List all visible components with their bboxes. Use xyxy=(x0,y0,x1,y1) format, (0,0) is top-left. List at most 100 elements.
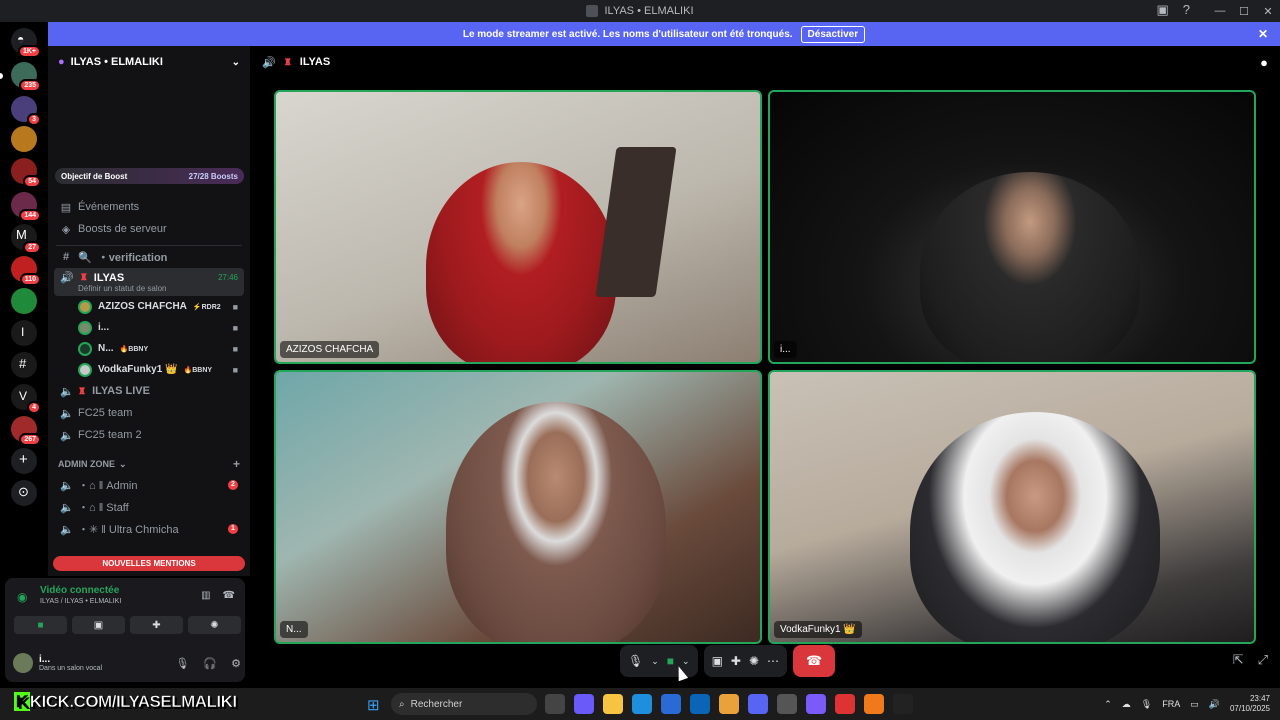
inbox-icon[interactable]: ▣ xyxy=(1156,2,1168,18)
close-window-button[interactable]: ✕ xyxy=(1256,5,1280,18)
boost-goal[interactable]: Objectif de Boost 27/28 Boosts xyxy=(55,168,244,184)
server-icon[interactable]: # xyxy=(11,352,37,378)
events-item[interactable]: ▤ Événements xyxy=(48,196,250,218)
boosts-item[interactable]: ◈ Boosts de serveur xyxy=(48,218,250,240)
channel-fc25-team-2[interactable]: 🔈 FC25 team 2 xyxy=(48,424,250,446)
category-admin-zone[interactable]: ADMIN ZONE ⌄ + xyxy=(48,454,250,474)
server-letter: V xyxy=(19,389,28,403)
server-icon[interactable]: 110 xyxy=(11,256,41,286)
close-icon[interactable]: ✕ xyxy=(1258,27,1268,41)
channel-ultra-chmicha[interactable]: 🔈 ・✳ ‖ Ultra Chmicha 1 xyxy=(48,518,250,540)
screen-share-icon[interactable]: ▣ xyxy=(712,654,723,668)
voice-status[interactable]: Vidéo connectée xyxy=(40,585,119,596)
server-icon[interactable]: 144 xyxy=(11,192,41,222)
gamepad-app-icon[interactable] xyxy=(806,694,826,714)
discover-icon[interactable]: ⊙ xyxy=(11,480,37,506)
server-icon[interactable]: 54 xyxy=(11,158,41,188)
video-tile[interactable]: i... xyxy=(768,90,1256,364)
help-icon[interactable]: ? xyxy=(1183,2,1190,18)
windows-start-icon[interactable]: ⊞ xyxy=(367,696,380,714)
app-icon[interactable] xyxy=(777,694,797,714)
title-bar: ILYAS • ELMALIKI ▣ ? — ☐ ✕ xyxy=(0,0,1280,22)
add-channel-icon[interactable]: + xyxy=(233,457,240,471)
camera-icon[interactable]: ■ xyxy=(667,654,674,668)
taskbar-search[interactable]: ⌕ Rechercher xyxy=(391,693,537,715)
task-view-icon[interactable] xyxy=(545,694,565,714)
minimize-button[interactable]: — xyxy=(1208,5,1232,17)
fullscreen-icon[interactable]: ⤢ xyxy=(1258,652,1268,668)
server-icon[interactable] xyxy=(11,288,37,314)
microphone-icon[interactable]: 🎙 xyxy=(175,657,189,670)
video-tile[interactable]: AZIZOS CHAFCHA xyxy=(274,90,762,364)
server-header[interactable]: ● ILYAS • ELMALIKI ⌄ xyxy=(48,46,250,78)
dm-home-icon[interactable]: ◓ 1K+ xyxy=(11,28,41,58)
channel-admin[interactable]: 🔈 ・⌂ ‖ Admin 2 xyxy=(48,474,250,496)
soundboard-button[interactable]: ✺ xyxy=(188,616,241,634)
activity-button[interactable]: ✚ xyxy=(130,616,183,634)
store-icon[interactable] xyxy=(661,694,681,714)
kick-text: KICK.COM/ILYASELMALIKI xyxy=(29,692,238,712)
language-indicator[interactable]: FRA xyxy=(1162,699,1180,709)
server-icon[interactable]: 3 xyxy=(11,96,41,126)
server-icon[interactable]: V4 xyxy=(11,384,41,414)
file-explorer-icon[interactable] xyxy=(603,694,623,714)
clock[interactable]: 23:47 07/10/2025 xyxy=(1230,694,1270,715)
network-icon[interactable]: ▭ xyxy=(1190,699,1199,710)
microphone-icon[interactable]: 🎙 xyxy=(1141,699,1152,710)
volume-icon[interactable]: 🔊 xyxy=(1209,699,1220,710)
server-icon[interactable]: 267 xyxy=(11,416,41,446)
edge-icon[interactable] xyxy=(632,694,652,714)
copilot-icon[interactable] xyxy=(574,694,594,714)
voice-user[interactable]: AZIZOS CHAFCHA ⚡RDR2 ■ xyxy=(48,296,250,317)
chat-icon[interactable]: ● xyxy=(1260,55,1268,70)
popout-icon[interactable]: ⇱ xyxy=(1233,652,1244,668)
server-icon[interactable]: I xyxy=(11,320,37,346)
active-voice-channel[interactable]: 🔊 ♜ ILYAS 27:46 Définir un statut de sal… xyxy=(54,268,244,296)
voice-user[interactable]: N... 🔥BBNY ■ xyxy=(48,338,250,359)
channel-staff[interactable]: 🔈 ・⌂ ‖ Staff xyxy=(48,496,250,518)
disconnect-icon[interactable]: ☎ xyxy=(223,590,235,601)
video-tile[interactable]: N... xyxy=(274,370,762,644)
cloud-icon[interactable]: ☁ xyxy=(1122,699,1131,710)
boost-icon: ◈ xyxy=(61,223,71,236)
app-icon[interactable] xyxy=(893,694,913,714)
gamepad-icon[interactable]: ✚ xyxy=(731,654,741,668)
app-icon[interactable] xyxy=(864,694,884,714)
video-tile[interactable]: VodkaFunky1 👑 xyxy=(768,370,1256,644)
discord-icon[interactable] xyxy=(748,694,768,714)
server-icon[interactable]: M 27 xyxy=(11,224,41,254)
chrome-icon[interactable] xyxy=(719,694,739,714)
channel-label: ・verification xyxy=(97,252,168,264)
server-icon[interactable] xyxy=(11,126,37,152)
voice-user[interactable]: i... ■ xyxy=(48,317,250,338)
disable-streamer-button[interactable]: Désactiver xyxy=(800,25,866,43)
channel-ilyas-live[interactable]: 🔈 ♜ ILYAS LIVE xyxy=(48,380,250,402)
chevron-up-icon[interactable]: ⌃ xyxy=(1104,699,1112,710)
add-server-icon[interactable]: + xyxy=(11,448,37,474)
screen-share-button[interactable]: ▣ xyxy=(72,616,125,634)
microphone-icon[interactable]: 🎙 xyxy=(628,654,643,668)
app-icon[interactable] xyxy=(835,694,855,714)
headphones-icon[interactable]: 🎧 xyxy=(203,657,217,670)
system-tray: ⌃ ☁ 🎙 FRA ▭ 🔊 23:47 07/10/2025 xyxy=(1104,688,1270,720)
disconnect-button[interactable]: ☎ xyxy=(793,645,836,677)
new-mentions-button[interactable]: NOUVELLES MENTIONS xyxy=(53,556,245,571)
chevron-down-icon[interactable]: ⌄ xyxy=(651,656,659,667)
more-icon[interactable]: ⋯ xyxy=(767,654,779,668)
hashtag-icon: # xyxy=(62,251,70,263)
signal-icon[interactable]: ◉ xyxy=(17,590,27,604)
camera-button[interactable]: ■ xyxy=(14,616,67,634)
soundboard-icon[interactable]: ✺ xyxy=(749,654,759,668)
outlook-icon[interactable] xyxy=(690,694,710,714)
channel-verification[interactable]: # 🔍 ・verification xyxy=(48,246,250,268)
maximize-button[interactable]: ☐ xyxy=(1232,5,1256,18)
gear-icon[interactable]: ⚙ xyxy=(231,657,241,670)
voice-location[interactable]: ILYAS / ILYAS • ELMALIKI xyxy=(40,598,121,605)
avatar[interactable] xyxy=(13,653,33,673)
server-icon[interactable]: 235 xyxy=(11,62,41,92)
noise-suppression-icon[interactable]: ▥ xyxy=(201,590,210,601)
user-name: i... xyxy=(39,654,51,665)
channel-status[interactable]: Définir un statut de salon xyxy=(60,284,238,293)
voice-user[interactable]: VodkaFunky1 👑 🔥BBNY ■ xyxy=(48,359,250,380)
channel-fc25-team[interactable]: 🔈 FC25 team xyxy=(48,402,250,424)
